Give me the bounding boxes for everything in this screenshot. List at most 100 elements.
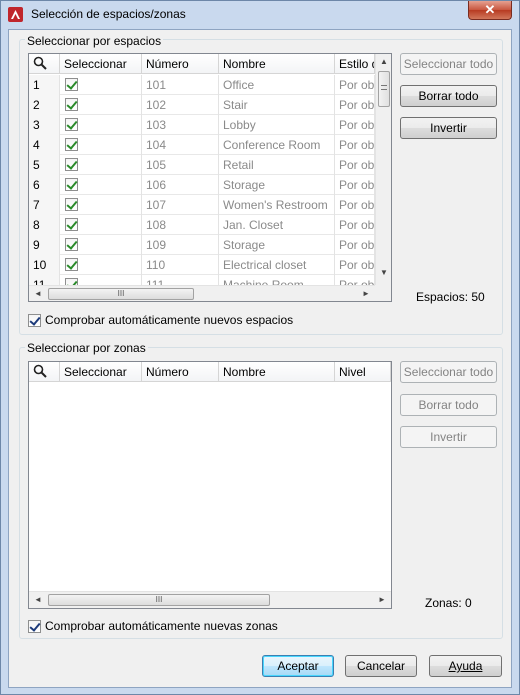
search-icon <box>33 56 47 70</box>
row-select-cell <box>60 135 142 155</box>
row-name: Electrical closet <box>219 255 335 275</box>
zones-grid-header: Seleccionar Número Nombre Nivel <box>29 362 391 382</box>
row-select-cell <box>60 255 142 275</box>
row-select-checkbox[interactable] <box>65 258 78 271</box>
row-select-checkbox[interactable] <box>65 238 78 251</box>
zones-column-header-name[interactable]: Nombre <box>219 362 335 382</box>
zones-column-header-select[interactable]: Seleccionar <box>60 362 142 382</box>
spaces-grid[interactable]: Seleccionar Número Nombre Estilo d 1 101 O… <box>28 53 392 302</box>
row-index: 8 <box>29 215 60 235</box>
zones-count: Zonas: 0 <box>425 596 472 610</box>
row-number: 110 <box>142 255 219 275</box>
row-select-checkbox[interactable] <box>65 158 78 171</box>
cancel-button[interactable]: Cancelar <box>345 655 417 677</box>
table-row[interactable]: 4 104 Conference Room Por obj <box>29 135 375 155</box>
scroll-corner <box>375 285 391 301</box>
row-select-checkbox[interactable] <box>65 198 78 211</box>
row-select-checkbox[interactable] <box>65 178 78 191</box>
zones-hscroll-thumb[interactable]: III <box>48 594 270 606</box>
row-number: 103 <box>142 115 219 135</box>
row-index: 4 <box>29 135 60 155</box>
zones-invert-button[interactable]: Invertir <box>400 426 497 448</box>
column-header-style[interactable]: Estilo d <box>335 54 375 74</box>
row-select-checkbox[interactable] <box>65 218 78 231</box>
spaces-grid-header: Seleccionar Número Nombre Estilo d <box>29 54 375 74</box>
window-title: Selección de espacios/zonas <box>31 7 186 21</box>
zones-clear-all-button[interactable]: Borrar todo <box>400 394 497 416</box>
row-select-cell <box>60 115 142 135</box>
table-row[interactable]: 6 106 Storage Por obj <box>29 175 375 195</box>
row-number: 102 <box>142 95 219 115</box>
zones-horizontal-scrollbar[interactable]: ◄ III ► <box>29 591 391 608</box>
accept-button[interactable]: Aceptar <box>262 655 334 677</box>
table-row[interactable]: 5 105 Retail Por obj <box>29 155 375 175</box>
row-index: 3 <box>29 115 60 135</box>
table-row[interactable]: 7 107 Women's Restroom Por obj <box>29 195 375 215</box>
zones-column-header-number[interactable]: Número <box>142 362 219 382</box>
row-name: Storage <box>219 175 335 195</box>
spaces-select-all-button[interactable]: Seleccionar todo <box>400 53 497 75</box>
row-name: Women's Restroom <box>219 195 335 215</box>
zones-group-label: Seleccionar por zonas <box>25 341 148 355</box>
row-number: 101 <box>142 75 219 95</box>
zones-select-all-button[interactable]: Seleccionar todo <box>400 361 497 383</box>
zones-grid[interactable]: Seleccionar Número Nombre Nivel ◄ III ► <box>28 361 392 609</box>
row-select-cell <box>60 95 142 115</box>
close-icon: ✕ <box>484 2 496 17</box>
grid-search-button[interactable] <box>29 54 60 74</box>
scroll-up-icon[interactable]: ▲ <box>376 57 391 66</box>
zones-grid-search-button[interactable] <box>29 362 60 382</box>
spaces-group-label: Seleccionar por espacios <box>25 34 164 48</box>
row-index: 7 <box>29 195 60 215</box>
row-number: 108 <box>142 215 219 235</box>
table-row[interactable]: 2 102 Stair Por obj <box>29 95 375 115</box>
spaces-hscroll-thumb[interactable]: III <box>48 288 194 300</box>
row-index: 5 <box>29 155 60 175</box>
row-style: Por obj <box>335 135 375 155</box>
spaces-horizontal-scrollbar[interactable]: ◄ III ► <box>29 285 375 301</box>
scroll-left-icon[interactable]: ◄ <box>30 289 46 298</box>
column-header-name[interactable]: Nombre <box>219 54 335 74</box>
row-style: Por obj <box>335 235 375 255</box>
zones-column-header-level[interactable]: Nivel <box>335 362 391 382</box>
title-bar[interactable]: Selección de espacios/zonas ✕ <box>1 1 519 27</box>
zones-scroll-right-icon[interactable]: ► <box>374 595 390 604</box>
row-number: 106 <box>142 175 219 195</box>
row-index: 1 <box>29 75 60 95</box>
table-row[interactable]: 1 101 Office Por obj <box>29 75 375 95</box>
row-index: 10 <box>29 255 60 275</box>
row-select-checkbox[interactable] <box>65 138 78 151</box>
row-name: Stair <box>219 95 335 115</box>
table-row[interactable]: 9 109 Storage Por obj <box>29 235 375 255</box>
spaces-auto-check-row[interactable]: Comprobar automáticamente nuevos espacio… <box>28 313 293 327</box>
autocad-app-icon <box>8 7 23 22</box>
scroll-down-icon[interactable]: ▼ <box>376 268 391 277</box>
row-style: Por obj <box>335 195 375 215</box>
zones-auto-check-checkbox[interactable] <box>28 619 41 633</box>
scroll-right-icon[interactable]: ► <box>358 289 374 298</box>
row-select-checkbox[interactable] <box>65 98 78 111</box>
close-button[interactable]: ✕ <box>468 1 512 20</box>
spaces-vscroll-thumb[interactable] <box>378 71 390 107</box>
spaces-vertical-scrollbar[interactable]: ▲ ▼ <box>375 54 391 285</box>
row-select-checkbox[interactable] <box>65 118 78 131</box>
table-row[interactable]: 3 103 Lobby Por obj <box>29 115 375 135</box>
spaces-clear-all-button[interactable]: Borrar todo <box>400 85 497 107</box>
column-header-number[interactable]: Número <box>142 54 219 74</box>
spaces-invert-button[interactable]: Invertir <box>400 117 497 139</box>
table-row[interactable]: 8 108 Jan. Closet Por obj <box>29 215 375 235</box>
spaces-auto-check-checkbox[interactable] <box>28 313 41 327</box>
zones-auto-check-label[interactable]: Comprobar automáticamente nuevas zonas <box>45 619 278 633</box>
zones-auto-check-row[interactable]: Comprobar automáticamente nuevas zonas <box>28 619 278 633</box>
row-number: 107 <box>142 195 219 215</box>
spaces-auto-check-label[interactable]: Comprobar automáticamente nuevos espacio… <box>45 313 293 327</box>
row-select-checkbox[interactable] <box>65 78 78 91</box>
zones-scroll-left-icon[interactable]: ◄ <box>30 595 46 604</box>
column-header-select[interactable]: Seleccionar <box>60 54 142 74</box>
row-index: 2 <box>29 95 60 115</box>
table-row[interactable]: 10 110 Electrical closet Por obj <box>29 255 375 275</box>
row-style: Por obj <box>335 175 375 195</box>
help-button[interactable]: Ayuda <box>429 655 502 677</box>
row-select-cell <box>60 195 142 215</box>
row-name: Storage <box>219 235 335 255</box>
